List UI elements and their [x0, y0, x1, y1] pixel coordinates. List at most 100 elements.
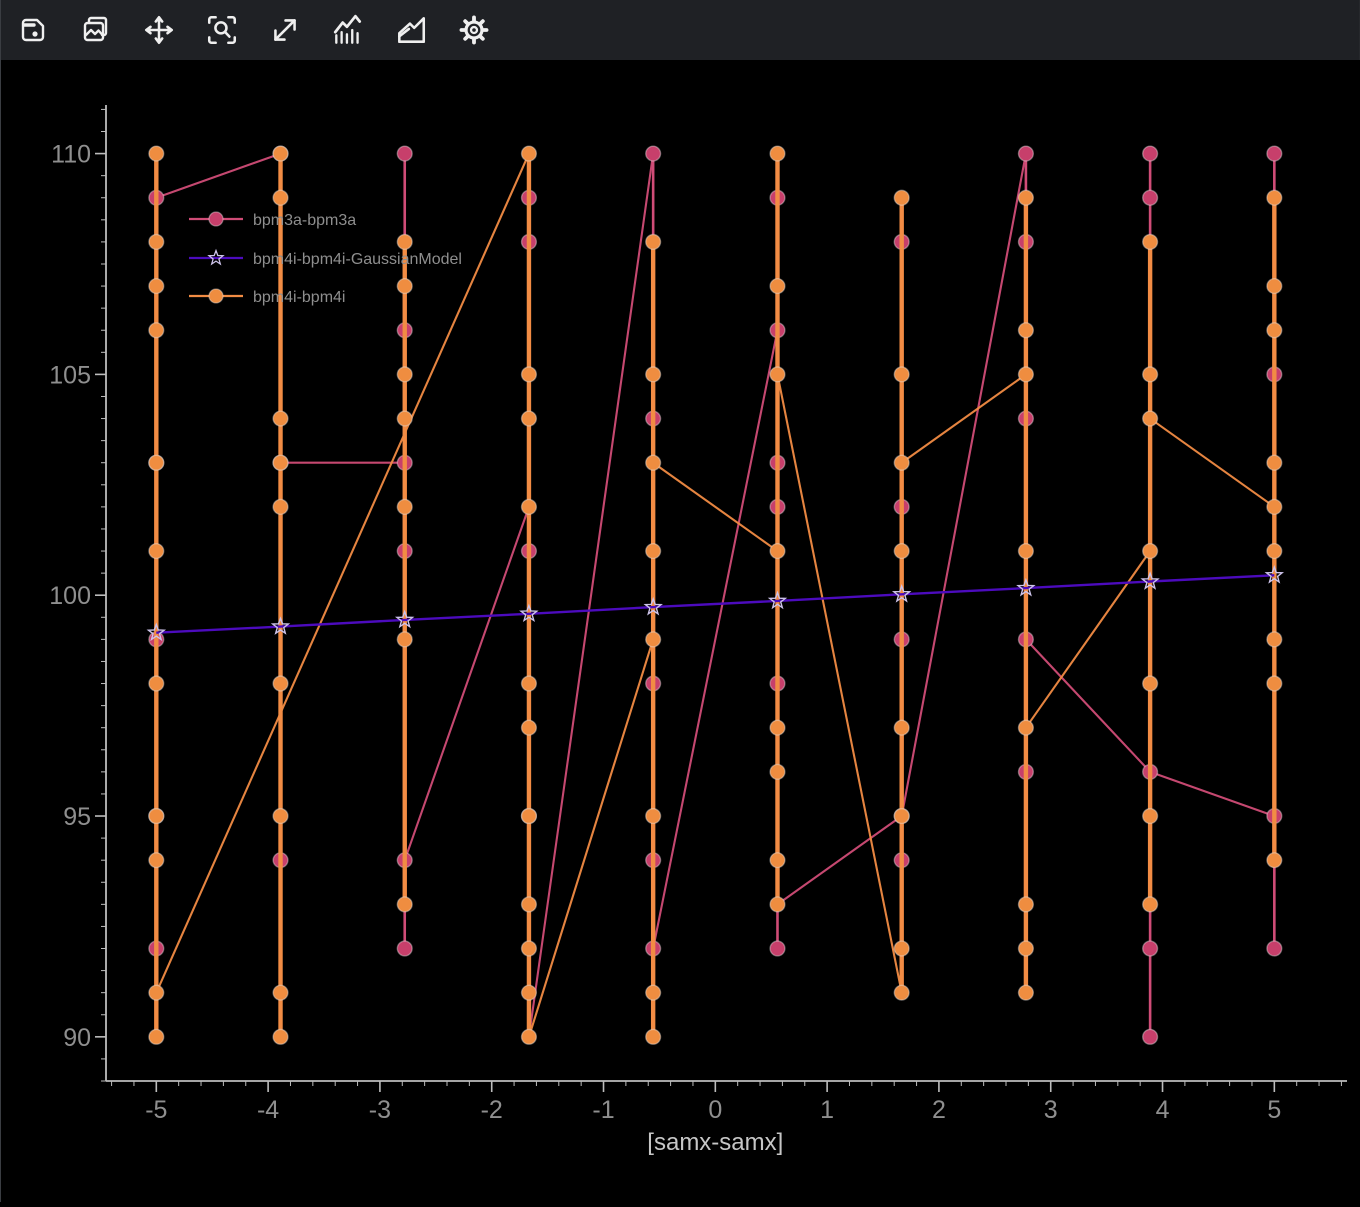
bpm4i-series-marker	[770, 764, 785, 779]
x-tick-label: -2	[481, 1096, 503, 1124]
bpm3a-series-marker	[1143, 941, 1158, 956]
bpm4i-series-marker	[1019, 367, 1034, 382]
bpm4i-series-marker	[149, 1029, 164, 1044]
bpm4i-series-segment-line	[156, 154, 529, 993]
bpm4i-series-marker	[770, 279, 785, 294]
bpm4i-series-marker	[273, 676, 288, 691]
bpm4i-series-marker	[522, 676, 537, 691]
bpm3a-series-marker	[1143, 146, 1158, 161]
bpm3a-series-marker	[397, 146, 412, 161]
bpm4i-series-marker	[1267, 499, 1282, 514]
bpm4i-series-marker	[1019, 897, 1034, 912]
bpm4i-series-marker	[1267, 544, 1282, 559]
y-tick-label: 100	[49, 582, 91, 610]
plot-canvas[interactable]: -5-4-3-2-10123459095100105110[samx-samx]…	[1, 60, 1360, 1202]
autoscale-button[interactable]	[263, 8, 307, 52]
bpm4i-series-marker	[149, 809, 164, 824]
x-tick-label: 2	[932, 1096, 946, 1124]
chart-area: -5-4-3-2-10123459095100105110[samx-samx]…	[1, 60, 1360, 1202]
bpm4i-series-marker	[894, 544, 909, 559]
area-plot-button[interactable]	[389, 8, 433, 52]
y-tick-label: 90	[63, 1024, 91, 1052]
settings-button[interactable]	[452, 8, 496, 52]
x-tick-label: -1	[592, 1096, 614, 1124]
bpm4i-series-segment-line	[777, 374, 901, 992]
x-tick-label: 4	[1156, 1096, 1170, 1124]
bpm4i-series-marker	[1019, 941, 1034, 956]
bpm4i-series-marker	[273, 499, 288, 514]
bpm4i-series-marker	[1019, 190, 1034, 205]
legend-circle-marker	[209, 212, 223, 226]
bpm3a-series-marker	[1019, 146, 1034, 161]
bpm4i-series-marker	[149, 985, 164, 1000]
pan-button[interactable]	[137, 8, 181, 52]
bpm4i-series-marker	[273, 455, 288, 470]
bpm4i-series-marker	[894, 455, 909, 470]
bpm4i-series-marker	[1143, 897, 1158, 912]
bpm3a-series-segment-line	[1026, 639, 1150, 771]
bpm4i-series-marker	[1267, 455, 1282, 470]
bpm4i-series-marker	[1019, 323, 1034, 338]
x-tick-label: -5	[145, 1096, 167, 1124]
bpm4i-series-marker	[770, 853, 785, 868]
bpm4i-series-marker	[149, 853, 164, 868]
bpm4i-series-marker	[1143, 809, 1158, 824]
y-tick-label: 105	[49, 361, 91, 389]
bpm4i-series-segment-line	[529, 639, 653, 1036]
bpm4i-series-marker	[1143, 544, 1158, 559]
bpm4i-series-marker	[397, 367, 412, 382]
bpm4i-series-marker	[1019, 544, 1034, 559]
bpm4i-series-marker	[1267, 853, 1282, 868]
gaussian-model-line	[156, 575, 1274, 632]
bpm4i-series-marker	[149, 455, 164, 470]
bpm4i-series-marker	[522, 1029, 537, 1044]
bpm4i-series-marker	[1267, 676, 1282, 691]
bars-line-chart-icon	[331, 13, 365, 47]
bpm4i-series-marker	[770, 897, 785, 912]
floppy-save-icon	[17, 14, 49, 46]
bpm3a-series-segment-line	[653, 330, 777, 948]
bpm4i-series-marker	[1143, 367, 1158, 382]
bpm4i-series-marker	[1143, 676, 1158, 691]
bpm4i-series-marker	[149, 544, 164, 559]
zoom-region-button[interactable]	[200, 8, 244, 52]
bpm3a-series-segment-line	[902, 154, 1026, 816]
bpm3a-series-segment-line	[777, 816, 901, 904]
x-tick-label: 1	[820, 1096, 834, 1124]
bpm4i-series-marker	[397, 235, 412, 250]
bpm4i-series-marker	[149, 676, 164, 691]
bpm4i-series-marker	[1019, 985, 1034, 1000]
bpm4i-series-marker	[522, 367, 537, 382]
bpm4i-series-marker	[522, 146, 537, 161]
bpm4i-series-segment-line	[653, 463, 777, 551]
bpm4i-series-marker	[770, 367, 785, 382]
bpm3a-series-marker	[397, 941, 412, 956]
y-tick-label: 95	[63, 803, 91, 831]
bpm4i-series-marker	[273, 411, 288, 426]
bpm4i-series-marker	[522, 941, 537, 956]
bpm4i-series-marker	[397, 411, 412, 426]
bpm4i-series-marker	[1143, 235, 1158, 250]
x-axis-label: [samx-samx]	[647, 1129, 783, 1156]
gear-icon	[457, 13, 491, 47]
bpm4i-series-marker	[770, 544, 785, 559]
plot-window: { "window": { "toolbar_background": "#1f…	[0, 0, 1360, 1202]
x-tick-label: -3	[369, 1096, 391, 1124]
bpm4i-series-marker	[149, 146, 164, 161]
bpm4i-series-marker	[522, 499, 537, 514]
save-button[interactable]	[11, 8, 55, 52]
move-arrows-icon	[142, 13, 176, 47]
bpm4i-series-marker	[273, 1029, 288, 1044]
bpm4i-series-marker	[1267, 279, 1282, 294]
bpm4i-series-marker	[646, 235, 661, 250]
bpm4i-series-marker	[646, 455, 661, 470]
legend-label: bpm4i-bpm4i	[253, 289, 345, 306]
bpm4i-series-marker	[894, 190, 909, 205]
y-tick-label: 110	[51, 141, 91, 169]
bpm3a-series-marker	[646, 146, 661, 161]
bpm4i-series-marker	[646, 985, 661, 1000]
bpm4i-series-marker	[522, 809, 537, 824]
export-image-button[interactable]	[74, 8, 118, 52]
bpm4i-series-marker	[646, 809, 661, 824]
statistics-button[interactable]	[326, 8, 370, 52]
